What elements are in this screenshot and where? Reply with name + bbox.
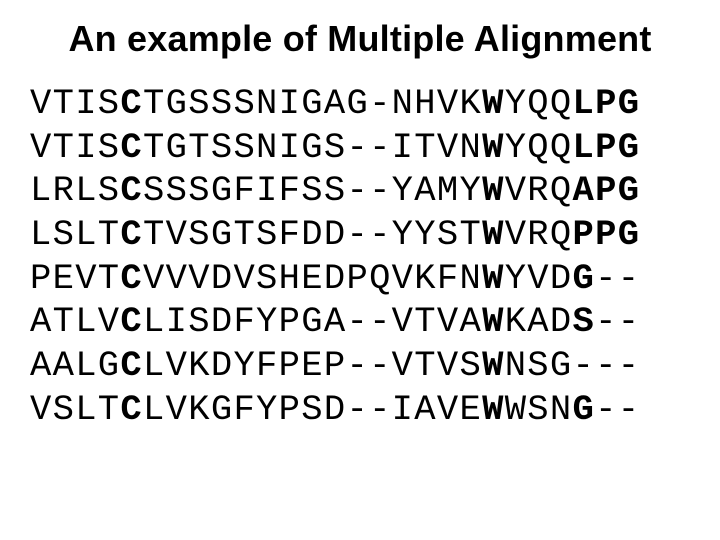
- alignment-row: VTISCTGTSSNIGS--ITVNWYQQLPG: [30, 126, 720, 170]
- alignment-row: VTISCTGSSSNIGAG-NHVKWYQQLPG: [30, 82, 720, 126]
- alignment-row: VSLTCLVKGFYPSD--IAVEWWSNG--: [30, 388, 720, 432]
- alignment-row: LRLSCSSSGFIFSS--YAMYWVRQAPG: [30, 169, 720, 213]
- slide: An example of Multiple Alignment VTISCTG…: [0, 0, 720, 540]
- alignment-row: ATLVCLISDFYPGA--VTVAWKADS--: [30, 300, 720, 344]
- alignment-row: AALGCLVKDYFPEP--VTVSWNSG---: [30, 344, 720, 388]
- alignment-block: VTISCTGSSSNIGAG-NHVKWYQQLPGVTISCTGTSSNIG…: [0, 82, 720, 431]
- alignment-row: LSLTCTVSGTSFDD--YYSTWVRQPPG: [30, 213, 720, 257]
- slide-title: An example of Multiple Alignment: [0, 18, 720, 60]
- alignment-row: PEVTCVVVDVSHEDPQVKFNWYVDG--: [30, 257, 720, 301]
